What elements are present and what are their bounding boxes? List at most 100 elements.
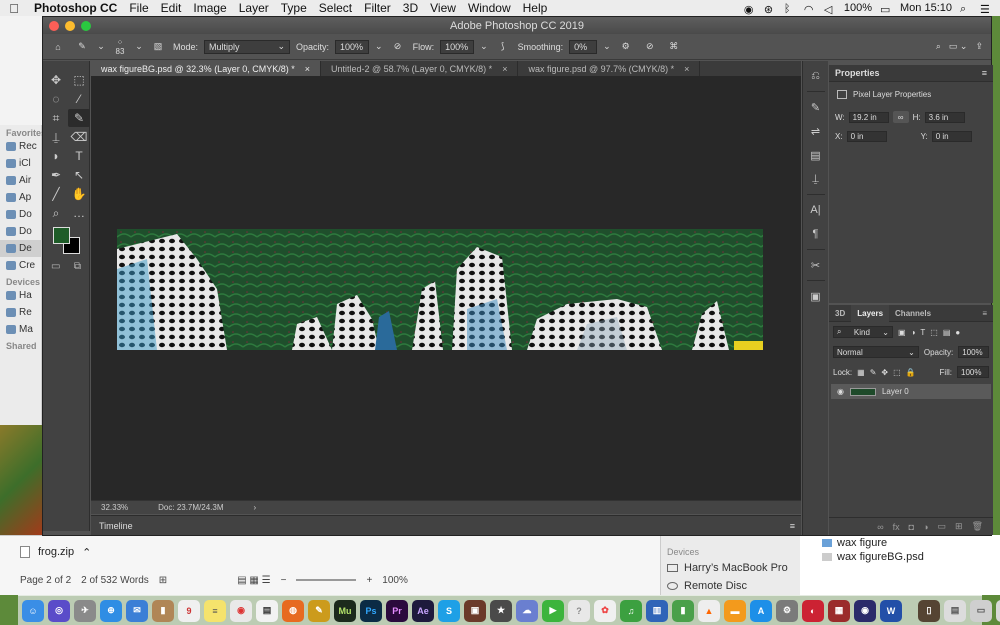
more-tools-icon[interactable]: …: [68, 204, 90, 222]
airbrush-icon[interactable]: ⟆: [494, 38, 512, 56]
textwrangler-dock-icon[interactable]: ✎: [308, 599, 330, 622]
adjustment-layer-icon[interactable]: ◑: [923, 522, 928, 532]
layer-fill-input[interactable]: 100%: [957, 366, 989, 378]
canvas-artwork[interactable]: [117, 229, 763, 350]
lock-transparent-icon[interactable]: ▦: [857, 368, 865, 377]
opacity-input[interactable]: 100%: [335, 39, 370, 54]
panel-menu-icon[interactable]: ≡: [976, 309, 993, 318]
pen-tool-icon[interactable]: ✒: [45, 166, 67, 184]
chevron-down-icon[interactable]: ⌄: [97, 38, 105, 56]
dvd-dock-icon[interactable]: ◉: [854, 599, 876, 622]
menubar-clock[interactable]: Mon 15:10: [900, 2, 952, 14]
wifi-icon[interactable]: ◠: [804, 3, 816, 16]
eye-icon[interactable]: ◉: [837, 387, 844, 396]
layer-style-icon[interactable]: fx: [893, 522, 900, 532]
apple-icon[interactable]: : [0, 1, 28, 16]
type-tool-icon[interactable]: T: [68, 147, 90, 165]
panel-menu-icon[interactable]: ≡: [790, 521, 801, 531]
skype-dock-icon[interactable]: S: [438, 599, 460, 622]
zoom-in-icon[interactable]: +: [366, 575, 372, 586]
crop-tool-icon[interactable]: ⌗: [45, 109, 67, 127]
smoothing-input[interactable]: 0%: [569, 39, 598, 54]
photos-dock-icon[interactable]: ✿: [594, 599, 616, 622]
tab-wax-figure[interactable]: wax figure.psd @ 97.7% (CMYK/8) * ×: [518, 61, 701, 76]
launchpad-dock-icon[interactable]: ✈: [74, 599, 96, 622]
photoshop-dock-icon[interactable]: Ps: [360, 599, 382, 622]
lock-pixels-icon[interactable]: ✎: [870, 368, 877, 377]
filter-pixel-icon[interactable]: ▣: [898, 328, 906, 337]
finder-dock-icon[interactable]: ☺: [22, 599, 44, 622]
siri-dock-icon[interactable]: ◎: [48, 599, 70, 622]
device-remote-disc[interactable]: Remote Disc: [661, 577, 800, 595]
menu-filter[interactable]: Filter: [358, 1, 397, 15]
media-dock-icon[interactable]: ▦: [828, 599, 850, 622]
flow-input[interactable]: 100%: [440, 39, 475, 54]
move-tool-icon[interactable]: ✥: [45, 71, 67, 89]
app-store-dock-icon[interactable]: A: [750, 599, 772, 622]
sidebar-item-icloud[interactable]: iCl: [0, 155, 41, 172]
brush-tool-icon[interactable]: ✎: [68, 109, 90, 127]
firefox-dock-icon[interactable]: ◍: [282, 599, 304, 622]
menu-view[interactable]: View: [424, 1, 462, 15]
sidebar-item-airdrop[interactable]: Air: [0, 172, 41, 189]
books-dock-icon[interactable]: ▬: [724, 599, 746, 622]
control-center-icon[interactable]: ☰: [980, 3, 992, 16]
battery-percent[interactable]: 100%: [844, 2, 872, 14]
help-dock-icon[interactable]: ?: [568, 599, 590, 622]
add-mask-icon[interactable]: ◘: [909, 522, 914, 532]
system-preferences-dock-icon[interactable]: ⚙: [776, 599, 798, 622]
properties-title[interactable]: Properties: [835, 68, 880, 78]
search-icon[interactable]: ⌕: [936, 41, 941, 52]
messages-dock-icon[interactable]: ☁: [516, 599, 538, 622]
new-group-icon[interactable]: ▭: [938, 521, 947, 532]
x-field[interactable]: 0 in: [846, 131, 887, 142]
timeline-panel[interactable]: Timeline ≡: [91, 515, 801, 535]
sidebar-item-creative-cloud[interactable]: Cre: [0, 257, 41, 274]
share-icon[interactable]: ⇪: [975, 41, 983, 52]
chevron-down-icon[interactable]: ⌄: [480, 41, 488, 52]
mail-dock-icon[interactable]: ✉: [126, 599, 148, 622]
notes-dock-icon[interactable]: ≡: [204, 599, 226, 622]
bluetooth-icon[interactable]: ᛒ: [784, 3, 796, 15]
brush-settings-icon[interactable]: ▧: [149, 38, 167, 56]
eraser-tool-icon[interactable]: ⌫: [68, 128, 90, 146]
link-layers-icon[interactable]: ∞: [877, 522, 883, 532]
notefile-dock-icon[interactable]: ▮: [152, 599, 174, 622]
utility-dock-icon[interactable]: ◐: [802, 599, 824, 622]
download-item[interactable]: frog.zip ⌃: [20, 540, 160, 564]
paragraph-icon[interactable]: ¶: [807, 225, 825, 243]
muse-dock-icon[interactable]: Mu: [334, 599, 356, 622]
mode-select[interactable]: Multiply ⌄: [204, 39, 291, 54]
layer-row[interactable]: ◉ Layer 0: [831, 384, 991, 399]
sidebar-item-recents[interactable]: Rec: [0, 138, 41, 155]
tools-icon[interactable]: ✂: [807, 256, 825, 274]
zoom-tool-icon[interactable]: ⌕: [45, 204, 67, 222]
character-icon[interactable]: A|: [807, 201, 825, 219]
facetime-dock-icon[interactable]: ▶: [542, 599, 564, 622]
chevron-up-icon[interactable]: ⌃: [82, 546, 91, 559]
history-icon[interactable]: ⎌: [807, 67, 825, 85]
close-window-button[interactable]: [49, 20, 59, 31]
sidebar-item-device-1[interactable]: Ha: [0, 287, 41, 304]
menu-file[interactable]: File: [123, 1, 154, 15]
recent-item-dock-icon[interactable]: ▯: [918, 599, 940, 622]
itunes-dock-icon[interactable]: ♫: [620, 599, 642, 622]
chevron-down-icon[interactable]: ⌄: [375, 41, 383, 52]
workspace-icon[interactable]: ▭ ⌄: [949, 41, 968, 52]
sidebar-item-downloads[interactable]: Do: [0, 223, 41, 240]
zoom-out-icon[interactable]: −: [281, 575, 287, 586]
menu-select[interactable]: Select: [313, 1, 358, 15]
home-icon[interactable]: ⌂: [49, 38, 67, 56]
height-field[interactable]: 3.6 in: [924, 111, 965, 123]
zoom-level[interactable]: 32.33%: [101, 503, 128, 512]
word-dock-icon[interactable]: W: [880, 599, 902, 622]
creative-cloud-icon[interactable]: ◉: [744, 3, 756, 16]
kind-filter-select[interactable]: ⌕ Kind ⌄: [833, 326, 893, 338]
menu-app-name[interactable]: Photoshop CC: [28, 1, 123, 15]
y-field[interactable]: 0 in: [931, 131, 972, 142]
menu-type[interactable]: Type: [275, 1, 313, 15]
calendar-dock-icon[interactable]: 9: [178, 599, 200, 622]
spotlight-icon[interactable]: ⌕: [960, 3, 972, 15]
sync-icon[interactable]: ⊛: [764, 3, 776, 16]
downloads-stack-dock-icon[interactable]: ▤: [944, 599, 966, 622]
